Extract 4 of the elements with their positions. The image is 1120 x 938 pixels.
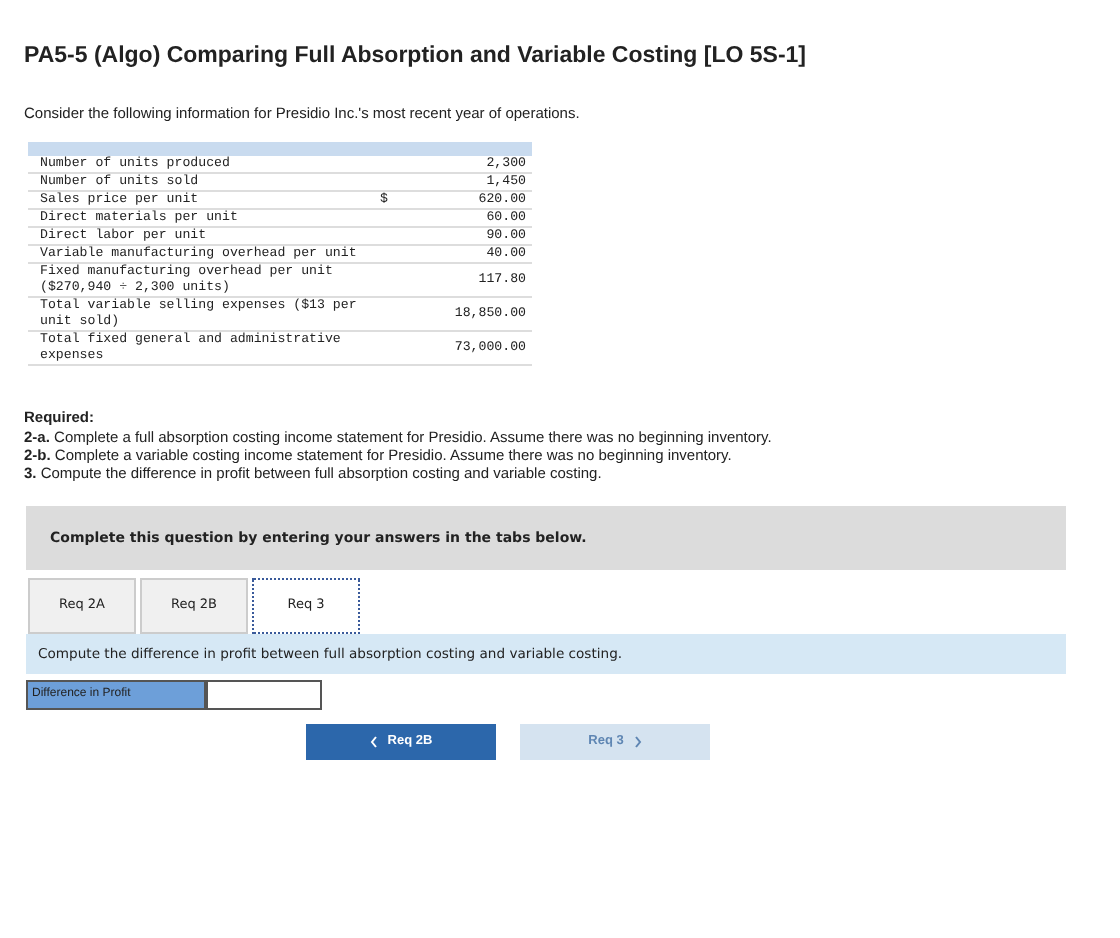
page-title: PA5-5 (Algo) Comparing Full Absorption and Variable Costing [LO 5S-1] [24,42,809,72]
difference-input[interactable] [206,679,322,710]
chevron-left-icon [369,735,378,748]
chevron-right-icon [633,735,642,748]
